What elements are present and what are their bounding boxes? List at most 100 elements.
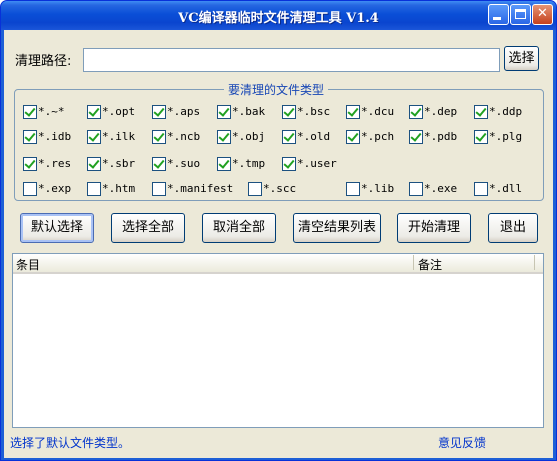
checkbox-checked-icon[interactable] [152, 105, 166, 119]
filetype-checkbox[interactable]: *.htm [87, 182, 135, 198]
checkbox-checked-icon[interactable] [152, 130, 166, 144]
default-select-button[interactable]: 默认选择 [20, 213, 94, 243]
filetype-checkbox[interactable]: *.opt [87, 105, 135, 121]
checkbox-checked-icon[interactable] [87, 157, 101, 171]
filetype-checkbox-label: *.bsc [297, 105, 331, 118]
title-bar[interactable]: VC编译器临时文件清理工具 V1.4 ✕ [1, 1, 556, 30]
checkbox-checked-icon[interactable] [282, 130, 296, 144]
checkbox-unchecked-icon[interactable] [346, 182, 360, 196]
feedback-link[interactable]: 意见反馈 [438, 434, 486, 451]
checkbox-checked-icon[interactable] [23, 130, 37, 144]
checkbox-checked-icon[interactable] [409, 130, 423, 144]
filetype-checkbox[interactable]: *.res [23, 157, 71, 173]
filetype-checkbox[interactable]: *.aps [152, 105, 200, 121]
filetype-checkbox-label: *.dll [489, 182, 523, 195]
filetype-checkbox[interactable]: *.dcu [346, 105, 394, 121]
checkbox-unchecked-icon[interactable] [248, 182, 262, 196]
column-divider[interactable] [413, 255, 414, 270]
column-header-item[interactable]: 条目 [16, 256, 40, 273]
checkbox-unchecked-icon[interactable] [409, 182, 423, 196]
filetype-checkbox-label: *.dcu [361, 105, 395, 118]
checkbox-unchecked-icon[interactable] [474, 182, 488, 196]
checkbox-checked-icon[interactable] [23, 157, 37, 171]
filetype-checkbox[interactable]: *.lib [346, 182, 394, 198]
filetype-checkbox-label: *.htm [102, 182, 136, 195]
filetype-checkbox-label: *.scc [263, 182, 297, 195]
filetype-checkbox[interactable]: *.sbr [87, 157, 135, 173]
deselect-all-button[interactable]: 取消全部 [202, 213, 276, 243]
checkbox-checked-icon[interactable] [282, 157, 296, 171]
status-bar: 选择了默认文件类型。 意见反馈 [4, 432, 553, 458]
start-clean-button[interactable]: 开始清理 [397, 213, 471, 243]
checkbox-unchecked-icon[interactable] [23, 182, 37, 196]
clear-results-button[interactable]: 清空结果列表 [293, 213, 381, 243]
filetype-checkbox-label: *.plg [489, 130, 523, 143]
filetype-checkbox[interactable]: *.scc [248, 182, 296, 198]
checkbox-unchecked-icon[interactable] [152, 182, 166, 196]
filetype-checkbox[interactable]: *.manifest [152, 182, 233, 198]
filetype-checkbox[interactable]: *.bsc [282, 105, 330, 121]
maximize-icon [515, 9, 526, 19]
filetype-checkbox[interactable]: *.exp [23, 182, 71, 198]
filetype-checkbox-label: *.old [297, 130, 331, 143]
filetype-checkbox[interactable]: *.plg [474, 130, 522, 146]
checkbox-checked-icon[interactable] [346, 130, 360, 144]
app-window: VC编译器临时文件清理工具 V1.4 ✕ 清理路径: 选择 要清理的文件类型 *… [0, 0, 557, 461]
checkbox-checked-icon[interactable] [474, 130, 488, 144]
checkbox-unchecked-icon[interactable] [87, 182, 101, 196]
exit-button[interactable]: 退出 [488, 213, 538, 243]
checkbox-checked-icon[interactable] [23, 105, 37, 119]
column-header-note[interactable]: 备注 [418, 256, 442, 273]
filetype-checkbox[interactable]: *.tmp [217, 157, 265, 173]
filetype-checkbox[interactable]: *.pdb [409, 130, 457, 146]
filetype-checkbox[interactable]: *.old [282, 130, 330, 146]
filetype-checkbox[interactable]: *.exe [409, 182, 457, 198]
filetype-checkbox-label: *.ncb [167, 130, 201, 143]
filetype-group-title: 要清理的文件类型 [224, 81, 329, 98]
checkbox-checked-icon[interactable] [217, 105, 231, 119]
select-all-button[interactable]: 选择全部 [111, 213, 185, 243]
checkbox-checked-icon[interactable] [282, 105, 296, 119]
checkbox-checked-icon[interactable] [217, 157, 231, 171]
filetype-checkbox-label: *.pdb [424, 130, 458, 143]
checkbox-checked-icon[interactable] [474, 105, 488, 119]
filetype-checkbox-label: *.exp [38, 182, 72, 195]
filetype-checkbox-label: *.manifest [167, 182, 234, 195]
filetype-checkbox-label: *.ddp [489, 105, 523, 118]
path-label: 清理路径: [15, 54, 72, 69]
results-list[interactable]: 条目 备注 [12, 253, 544, 428]
filetype-checkbox[interactable]: *.pch [346, 130, 394, 146]
filetype-checkbox[interactable]: *.bak [217, 105, 265, 121]
close-button[interactable]: ✕ [532, 4, 553, 25]
filetype-checkbox[interactable]: *.suo [152, 157, 200, 173]
status-message: 选择了默认文件类型。 [10, 436, 131, 450]
filetype-checkbox-label: *.bak [232, 105, 266, 118]
checkbox-checked-icon[interactable] [217, 130, 231, 144]
filetype-checkbox[interactable]: *.idb [23, 130, 71, 146]
filetype-checkbox[interactable]: *.obj [217, 130, 265, 146]
filetype-checkbox[interactable]: *.dep [409, 105, 457, 121]
window-title: VC编译器临时文件清理工具 V1.4 [178, 11, 379, 26]
maximize-button[interactable] [510, 4, 531, 25]
minimize-button[interactable] [488, 4, 509, 25]
filetype-checkbox[interactable]: *.~* [23, 105, 65, 121]
filetype-checkbox[interactable]: *.user [282, 157, 337, 173]
checkbox-checked-icon[interactable] [87, 105, 101, 119]
filetype-checkbox[interactable]: *.dll [474, 182, 522, 198]
checkbox-checked-icon[interactable] [346, 105, 360, 119]
filetype-checkbox-label: *.tmp [232, 157, 266, 170]
path-input[interactable] [83, 48, 500, 72]
checkbox-checked-icon[interactable] [152, 157, 166, 171]
client-area: 清理路径: 选择 要清理的文件类型 *.~* *.opt *.aps *.bak *.b… [4, 30, 553, 458]
filetype-checkbox[interactable]: *.ilk [87, 130, 135, 146]
browse-button[interactable]: 选择 [504, 46, 539, 71]
filetype-checkbox[interactable]: *.ncb [152, 130, 200, 146]
filetype-checkbox[interactable]: *.ddp [474, 105, 522, 121]
filetype-checkbox-label: *.aps [167, 105, 201, 118]
filetype-checkbox-label: *.exe [424, 182, 458, 195]
filetype-checkbox-label: *.suo [167, 157, 201, 170]
column-divider[interactable] [534, 255, 535, 270]
filetype-checkbox-label: *.obj [232, 130, 266, 143]
checkbox-checked-icon[interactable] [87, 130, 101, 144]
checkbox-checked-icon[interactable] [409, 105, 423, 119]
